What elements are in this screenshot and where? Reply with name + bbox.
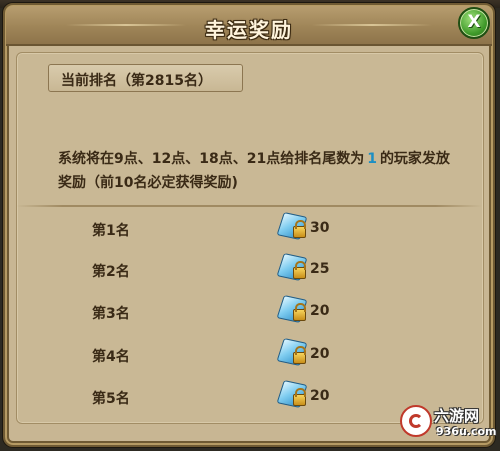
description-highlight-digit: 1 [367, 151, 377, 167]
rank-label: 第3名 [92, 306, 130, 322]
lock-icon [293, 388, 306, 406]
watermark-url: 936u.com [436, 425, 497, 438]
rank-label: 第1名 [92, 223, 130, 239]
watermark-name: 六游网 [434, 407, 480, 425]
lock-icon [293, 346, 306, 364]
reward-row-4: 第4名 20 [0, 336, 500, 376]
reward-amount: 20 [310, 303, 330, 319]
current-rank-tab: 当前排名（第2815名） [48, 64, 243, 92]
lock-icon [293, 303, 306, 321]
current-rank-label: 当前排名（第2815名） [61, 73, 212, 89]
reward-row-3: 第3名 20 [0, 293, 500, 333]
dialog-header: 幸运奖励 [6, 6, 492, 46]
reward-amount: 25 [310, 261, 330, 277]
reward-amount: 30 [310, 220, 330, 236]
rank-label: 第5名 [92, 391, 130, 407]
lock-icon [293, 220, 306, 238]
reward-amount: 20 [310, 346, 330, 362]
reward-description: 系统将在9点、12点、18点、21点给排名尾数为 1 的玩家发放奖励（前10名必定获… [58, 147, 462, 195]
rank-label: 第4名 [92, 349, 130, 365]
reward-amount: 20 [310, 388, 330, 404]
dialog-title: 幸运奖励 [205, 18, 293, 42]
reward-row-2: 第2名 25 [0, 251, 500, 291]
description-text-before: 系统将在9点、12点、18点、21点给排名尾数为 [58, 151, 365, 167]
section-divider [16, 205, 482, 207]
lock-icon [293, 261, 306, 279]
rank-label: 第2名 [92, 264, 130, 280]
site-watermark: 六游网 936u.com [400, 403, 497, 443]
reward-row-1: 第1名 30 [0, 210, 500, 250]
close-button[interactable]: X [458, 7, 490, 39]
site-logo-icon [400, 405, 432, 437]
